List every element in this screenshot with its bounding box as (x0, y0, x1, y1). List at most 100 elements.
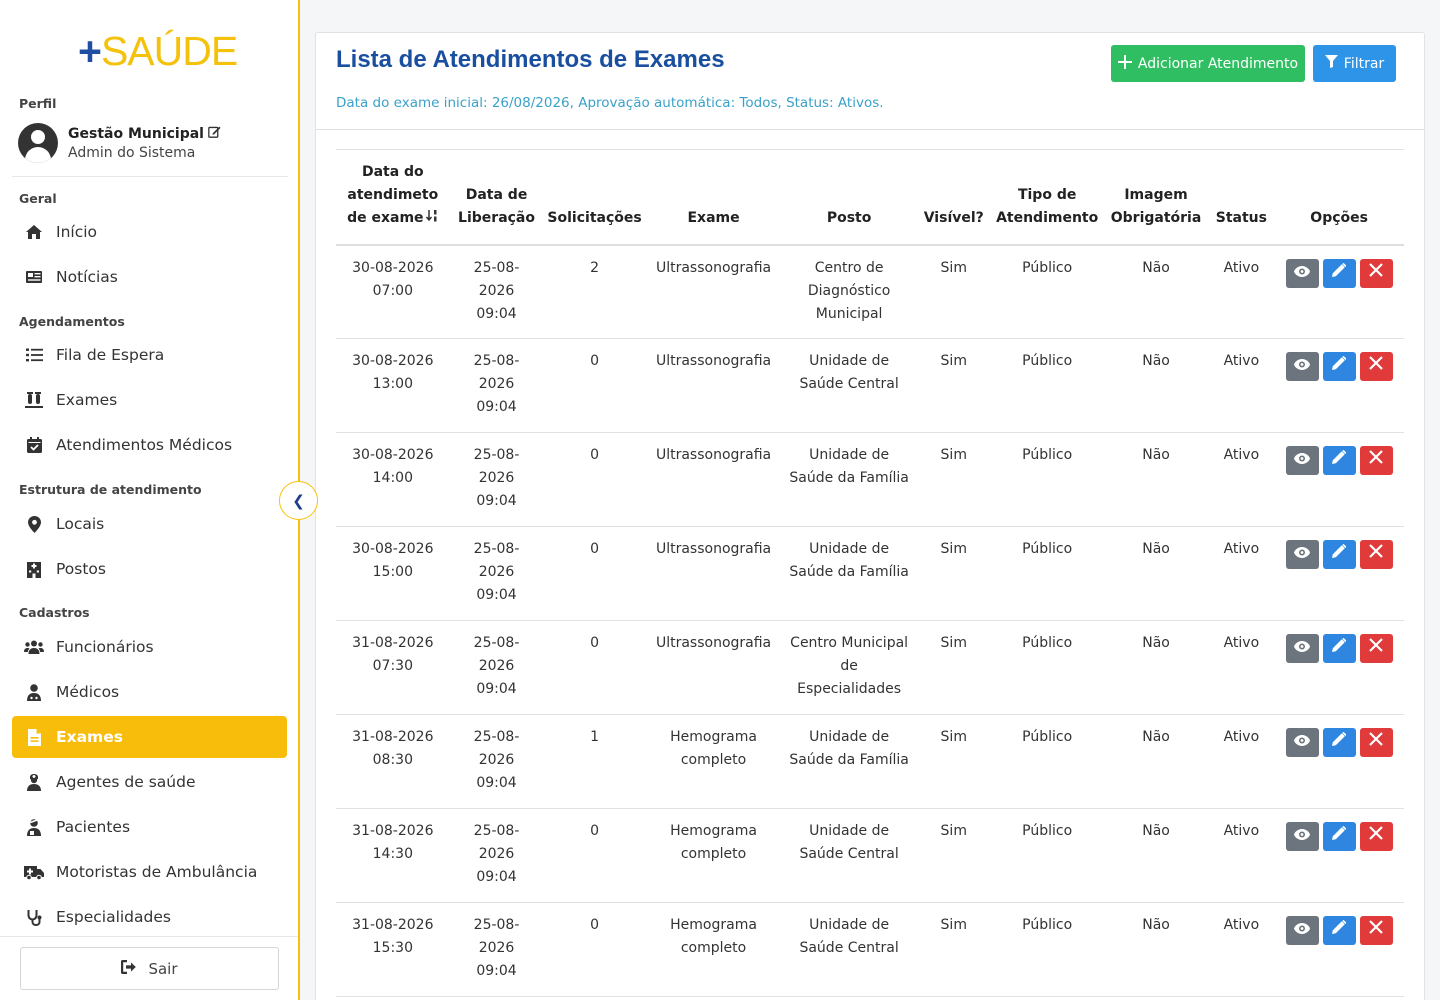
profile-name: Gestão Municipal (68, 126, 204, 142)
close-icon (1369, 262, 1383, 285)
user-doctor-icon (23, 683, 45, 701)
main-card: Lista de Atendimentos de Exames Data do … (315, 32, 1425, 1000)
sidebar-item-noticias[interactable]: Notícias (12, 256, 287, 298)
sidebar-item-pacientes[interactable]: Pacientes (12, 806, 287, 848)
sidebar-item-label: Atendimentos Médicos (56, 436, 233, 454)
edit-button[interactable] (1322, 446, 1356, 475)
logo-plus: + (78, 28, 102, 74)
cell-posto: Unidade de Saúde da Família (781, 714, 917, 809)
view-button[interactable] (1285, 822, 1319, 851)
cell-visivel: Sim (916, 808, 991, 903)
delete-button[interactable] (1359, 822, 1393, 851)
section-label-perfil: Perfil (19, 96, 57, 111)
col-header-exame[interactable]: Exame (645, 149, 782, 246)
view-button[interactable] (1285, 728, 1319, 757)
cell-imagem-obrigatoria: Não (1103, 714, 1209, 809)
cell-exame: Ultrassonografia (645, 620, 782, 715)
sidebar-item-label: Início (56, 223, 98, 241)
sidebar-item-exames-cadastro[interactable]: Exames (12, 716, 287, 758)
sidebar-item-medicos[interactable]: Médicos (12, 671, 287, 713)
view-button[interactable] (1285, 352, 1319, 381)
filter-summary: Data do exame inicial: 26/08/2026, Aprov… (336, 95, 884, 111)
profile-role: Admin do Sistema (68, 145, 196, 161)
eye-icon (1294, 449, 1311, 472)
col-header-tipo-atendimento[interactable]: Tipo de Atendimento (990, 149, 1104, 246)
col-header-status[interactable]: Status (1208, 149, 1275, 246)
users-icon (23, 640, 45, 654)
delete-button[interactable] (1359, 634, 1393, 663)
view-button[interactable] (1285, 258, 1319, 288)
close-icon (1369, 543, 1383, 566)
sidebar-item-especialidades[interactable]: Especialidades (12, 896, 287, 938)
sidebar-item-motoristas-de-ambulancia[interactable]: Motoristas de Ambulância (12, 851, 287, 893)
list-icon (23, 348, 45, 362)
delete-button[interactable] (1359, 446, 1393, 475)
cell-posto: Unidade de Saúde Central (781, 808, 917, 903)
delete-button[interactable] (1359, 728, 1393, 757)
cell-tipo-atendimento: Público (990, 714, 1104, 809)
table-row: 30-08-2026 07:00 25-08- 2026 09:04 2 Ultrasson… (336, 244, 1404, 339)
edit-button[interactable] (1322, 540, 1356, 569)
delete-button[interactable] (1359, 540, 1393, 569)
home-icon (23, 224, 45, 240)
eye-icon (1294, 919, 1311, 942)
edit-button[interactable] (1322, 822, 1356, 851)
sidebar-item-locais[interactable]: Locais (12, 503, 287, 545)
app-logo[interactable]: +SAÚDE (78, 28, 238, 74)
table-header-row: Data do atendimeto de exame Data de Liberaç… (336, 149, 1404, 246)
table-row: 30-08-2026 15:00 25-08- 2026 09:04 0 Ultrasson… (336, 526, 1404, 621)
calendar-check-icon (23, 437, 45, 453)
cell-status: Ativo (1208, 338, 1275, 433)
cell-status: Ativo (1208, 620, 1275, 715)
col-header-posto[interactable]: Posto (781, 149, 917, 246)
cell-tipo-atendimento: Público (990, 620, 1104, 715)
sort-icon[interactable] (425, 209, 439, 225)
table-body: 30-08-2026 07:00 25-08- 2026 09:04 2 Ultrasson… (336, 244, 1404, 997)
cell-data-liberacao: 25-08- 2026 09:04 (449, 902, 544, 997)
cell-posto: Unidade de Saúde Central (781, 902, 917, 997)
col-header-data-liberacao[interactable]: Data de Liberação (449, 149, 544, 246)
view-button[interactable] (1285, 446, 1319, 475)
edit-button[interactable] (1322, 728, 1356, 757)
sidebar-item-postos[interactable]: Postos (12, 548, 287, 590)
edit-button[interactable] (1322, 916, 1356, 945)
view-button[interactable] (1285, 634, 1319, 663)
sidebar-collapse-button[interactable]: ❮ (279, 481, 318, 520)
cell-visivel: Sim (916, 902, 991, 997)
avatar (18, 123, 58, 163)
cell-visivel: Sim (916, 620, 991, 715)
logout-button[interactable]: Sair (20, 947, 279, 990)
edit-button[interactable] (1322, 352, 1356, 381)
sidebar-item-atendimentos-medicos[interactable]: Atendimentos Médicos (12, 424, 287, 466)
edit-button[interactable] (1322, 258, 1356, 288)
sidebar-item-funcionarios[interactable]: Funcionários (12, 626, 287, 668)
section-label-agendamentos: Agendamentos (19, 314, 125, 329)
cell-opcoes (1274, 338, 1404, 433)
cell-imagem-obrigatoria: Não (1103, 902, 1209, 997)
page-title: Lista de Atendimentos de Exames (336, 46, 725, 73)
sidebar-item-fila-de-espera[interactable]: Fila de Espera (12, 334, 287, 376)
view-button[interactable] (1285, 916, 1319, 945)
view-button[interactable] (1285, 540, 1319, 569)
edit-button[interactable] (1322, 634, 1356, 663)
col-header-imagem-obrigatoria[interactable]: Imagem Obrigatória (1103, 149, 1209, 246)
col-header-data-atendimento[interactable]: Data do atendimeto de exame (336, 149, 450, 246)
col-header-visivel[interactable]: Visível? (916, 149, 991, 246)
sidebar-item-label: Postos (56, 560, 106, 578)
cell-imagem-obrigatoria: Não (1103, 620, 1209, 715)
sidebar-item-exames-agendamento[interactable]: Exames (12, 379, 287, 421)
cell-posto: Unidade de Saúde da Família (781, 526, 917, 621)
delete-button[interactable] (1359, 352, 1393, 381)
edit-profile-icon[interactable] (208, 125, 221, 141)
col-header-solicitacoes[interactable]: Solicitações (543, 149, 646, 246)
sidebar-item-inicio[interactable]: Início (12, 211, 287, 253)
add-atendimento-button[interactable]: Adicionar Atendimento (1111, 45, 1305, 82)
delete-button[interactable] (1359, 916, 1393, 945)
sidebar-item-agentes-de-saude[interactable]: Agentes de saúde (12, 761, 287, 803)
cell-solicitacoes: 0 (543, 432, 646, 527)
close-icon (1369, 919, 1383, 942)
eye-icon (1294, 825, 1311, 848)
filter-button[interactable]: Filtrar (1313, 45, 1396, 82)
cell-exame: Hemograma completo (645, 808, 782, 903)
delete-button[interactable] (1359, 258, 1393, 288)
